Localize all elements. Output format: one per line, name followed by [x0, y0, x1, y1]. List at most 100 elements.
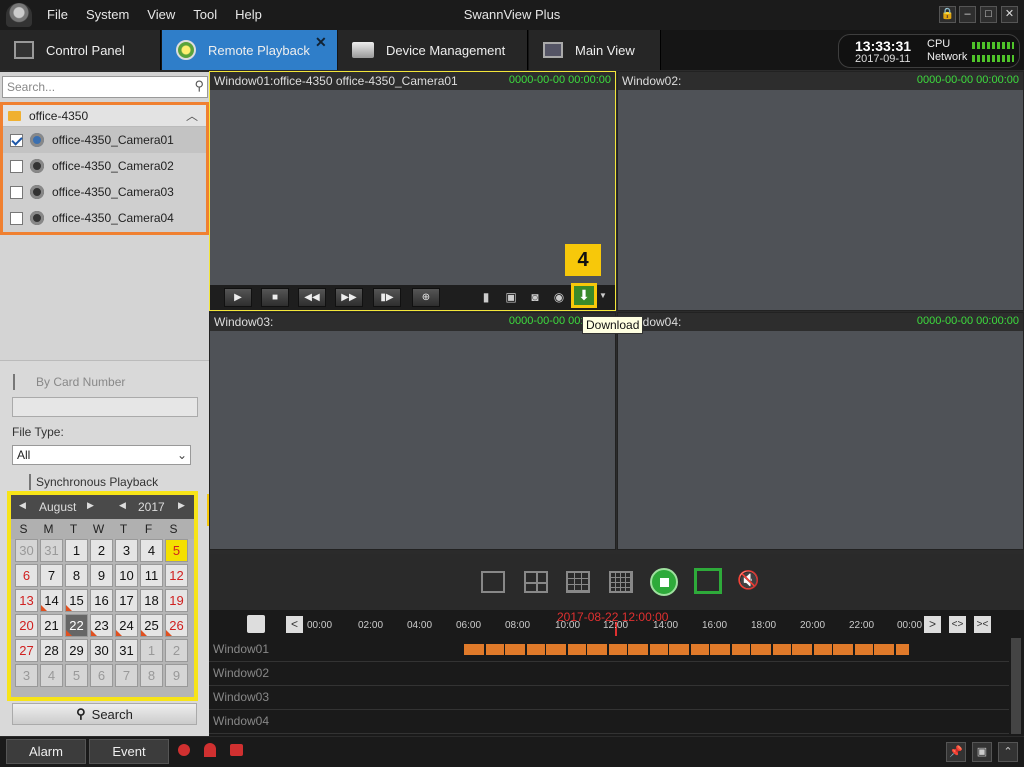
camera-checkbox[interactable]	[10, 159, 23, 173]
calendar-day[interactable]: 31	[115, 639, 138, 662]
tree-group-office[interactable]: office-4350 ︿	[3, 105, 206, 127]
record-icon[interactable]: ◉	[551, 289, 567, 305]
timeline-expand-button[interactable]: <>	[949, 616, 966, 633]
layout-1x1-button[interactable]	[481, 571, 505, 593]
calendar-day[interactable]: 21	[40, 614, 63, 637]
sync-playback-checkbox[interactable]	[29, 474, 31, 490]
timeline-row[interactable]: Window03	[209, 686, 1009, 710]
calendar-day[interactable]: 20	[15, 614, 38, 637]
next-month-icon[interactable]: ▶	[87, 500, 94, 511]
calendar-day[interactable]: 7	[40, 564, 63, 587]
alarm-light-icon[interactable]	[204, 743, 216, 757]
camera-row[interactable]: office-4350_Camera02	[3, 153, 206, 179]
tab-device-management[interactable]: Device Management	[338, 30, 528, 70]
by-card-checkbox[interactable]	[13, 374, 15, 390]
calendar-day[interactable]: 1	[65, 539, 88, 562]
calendar-day[interactable]: 17	[115, 589, 138, 612]
timeline-row[interactable]: Window04	[209, 710, 1009, 734]
card-number-input[interactable]	[12, 397, 198, 417]
menu-file[interactable]: File	[38, 7, 77, 22]
calendar-day[interactable]: 26	[165, 614, 188, 637]
slow-button[interactable]: ◀◀	[298, 288, 326, 307]
alarm-tab[interactable]: Alarm	[6, 739, 86, 764]
timeline-row[interactable]: Window02	[209, 662, 1009, 686]
camera-row[interactable]: office-4350_Camera01	[3, 127, 206, 153]
calendar-day[interactable]: 30	[15, 539, 38, 562]
camera-checkbox[interactable]	[10, 211, 23, 225]
window-icon[interactable]: ▣	[972, 742, 992, 762]
stop-all-button[interactable]	[650, 568, 678, 596]
calendar-day[interactable]: 28	[40, 639, 63, 662]
camera-row[interactable]: office-4350_Camera04	[3, 205, 206, 231]
calendar-day[interactable]: 13	[15, 589, 38, 612]
menu-help[interactable]: Help	[226, 7, 271, 22]
camera-row[interactable]: office-4350_Camera03	[3, 179, 206, 205]
tab-remote-playback[interactable]: Remote Playback ✕	[162, 30, 337, 70]
video-window-2[interactable]: Window02: 0000-00-00 00:00:00	[617, 71, 1024, 311]
prev-year-icon[interactable]: ◀	[119, 500, 126, 511]
download-button[interactable]: ⬇	[571, 283, 597, 308]
video-window-4[interactable]: Window04: 0000-00-00 00:00:00	[617, 312, 1024, 550]
search-input[interactable]	[3, 77, 183, 97]
calendar-day[interactable]: 3	[115, 539, 138, 562]
calendar-day[interactable]: 23	[90, 614, 113, 637]
snapshot-icon[interactable]: ◙	[527, 289, 543, 305]
timeline-row[interactable]: Window01	[209, 638, 1009, 662]
event-tab[interactable]: Event	[89, 739, 169, 764]
timeline-collapse-button[interactable]: ><	[974, 616, 991, 633]
fullscreen-icon[interactable]	[694, 568, 722, 594]
calendar-day[interactable]: 8	[65, 564, 88, 587]
calendar-day[interactable]: 6	[90, 664, 113, 687]
timeline-next-button[interactable]: >	[924, 616, 941, 633]
maximize-button[interactable]: □	[980, 6, 997, 23]
search-icon[interactable]: ⚲	[194, 78, 204, 94]
timeline[interactable]: < 2017-08-22 12:00:00 00:00 02:00 04:00 …	[209, 610, 1024, 736]
fast-button[interactable]: ▶▶	[335, 288, 363, 307]
stop-button[interactable]: ■	[261, 288, 289, 307]
calendar-day[interactable]: 2	[90, 539, 113, 562]
camera-checkbox[interactable]	[10, 133, 23, 147]
play-button[interactable]: ▶	[224, 288, 252, 307]
calendar-day[interactable]: 2	[165, 639, 188, 662]
calendar-day[interactable]: 6	[15, 564, 38, 587]
search-button[interactable]: ⚲ Search	[12, 703, 197, 725]
calendar-day[interactable]: 15	[65, 589, 88, 612]
calendar-day[interactable]: 5	[65, 664, 88, 687]
camera-checkbox[interactable]	[10, 185, 23, 199]
calendar-day[interactable]: 4	[140, 539, 163, 562]
calendar-day[interactable]: 3	[15, 664, 38, 687]
single-frame-button[interactable]: ▮▶	[373, 288, 401, 307]
calendar-day[interactable]: 25	[140, 614, 163, 637]
calendar-day[interactable]: 5	[165, 539, 188, 562]
minimize-button[interactable]: –	[959, 6, 976, 23]
prev-month-icon[interactable]: ◀	[19, 500, 26, 511]
calendar-day[interactable]: 9	[165, 664, 188, 687]
timeline-scrollbar[interactable]	[1011, 638, 1021, 734]
video-window-1[interactable]: Window01:office-4350 office-4350_Camera0…	[209, 71, 616, 311]
lock-icon[interactable]: 🔒	[939, 6, 956, 23]
pin-icon[interactable]: 📌	[946, 742, 966, 762]
calendar-day[interactable]: 31	[40, 539, 63, 562]
expand-up-icon[interactable]: ⌃	[998, 742, 1018, 762]
alarm-sound-icon[interactable]	[178, 744, 190, 756]
menu-system[interactable]: System	[77, 7, 138, 22]
close-tab-icon[interactable]: ✕	[315, 34, 327, 51]
chevron-up-icon[interactable]: ︿	[186, 107, 198, 124]
digital-zoom-button[interactable]: ⊕	[412, 288, 440, 307]
calendar-day[interactable]: 9	[90, 564, 113, 587]
calendar-day[interactable]: 8	[140, 664, 163, 687]
calendar-day[interactable]: 12	[165, 564, 188, 587]
calendar-day[interactable]: 14	[40, 589, 63, 612]
video-window-3[interactable]: Window03: 0000-00-00 00:00:00	[209, 312, 616, 550]
calendar-day[interactable]: 18	[140, 589, 163, 612]
calendar-day[interactable]: 30	[90, 639, 113, 662]
calendar-day[interactable]: 27	[15, 639, 38, 662]
next-year-icon[interactable]: ▶	[178, 500, 185, 511]
calendar-day[interactable]: 16	[90, 589, 113, 612]
calendar-day[interactable]: 29	[65, 639, 88, 662]
calendar-day[interactable]: 1	[140, 639, 163, 662]
file-type-select[interactable]: All ⌄	[12, 445, 191, 465]
mute-icon[interactable]: 🔇	[737, 570, 759, 591]
layout-4x4-button[interactable]	[609, 571, 633, 593]
calendar-day[interactable]: 19	[165, 589, 188, 612]
